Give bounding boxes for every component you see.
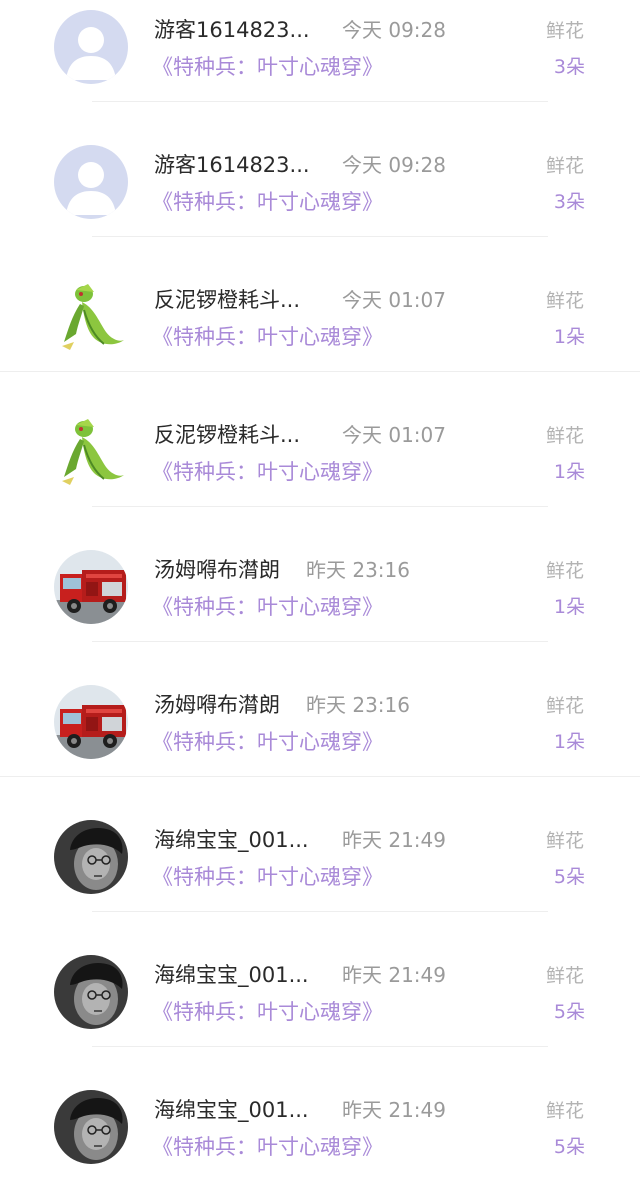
gift-count: 1朵 [553, 326, 585, 348]
fire-truck-avatar[interactable] [54, 550, 128, 624]
list-item[interactable]: 游客1614823... 今天 09:28 《特种兵：叶寸心魂穿》 鲜花 3朵 [0, 102, 640, 237]
person-photo-avatar[interactable] [54, 820, 128, 894]
gift-time: 今天 09:28 [342, 18, 446, 42]
list-item[interactable]: 海绵宝宝_001... 昨天 21:49 《特种兵：叶寸心魂穿》 鲜花 5朵 [0, 912, 640, 1047]
gift-type: 鲜花 [545, 20, 584, 42]
book-title[interactable]: 《特种兵：叶寸心魂穿》 [152, 322, 383, 352]
book-title[interactable]: 《特种兵：叶寸心魂穿》 [152, 997, 383, 1027]
user-name[interactable]: 汤姆嘚布潸朗 [154, 555, 280, 585]
list-item[interactable]: 海绵宝宝_001... 昨天 21:49 《特种兵：叶寸心魂穿》 鲜花 5朵 [0, 777, 640, 912]
default-avatar-icon[interactable] [54, 10, 128, 84]
user-name[interactable]: 游客1614823... [154, 150, 310, 180]
gift-time: 今天 01:07 [342, 423, 446, 447]
book-title[interactable]: 《特种兵：叶寸心魂穿》 [152, 592, 383, 622]
gift-count: 5朵 [553, 1136, 585, 1158]
fire-truck-avatar[interactable] [54, 685, 128, 759]
green-creature-avatar[interactable] [54, 415, 128, 489]
user-name[interactable]: 海绵宝宝_001... [154, 960, 309, 990]
user-name[interactable]: 游客1614823... [154, 15, 310, 45]
person-photo-avatar[interactable] [54, 955, 128, 1029]
default-avatar-icon[interactable] [54, 145, 128, 219]
user-name[interactable]: 汤姆嘚布潸朗 [154, 690, 280, 720]
list-item[interactable]: 反泥锣橙耗斗... 今天 01:07 《特种兵：叶寸心魂穿》 鲜花 1朵 [0, 372, 640, 507]
gift-type: 鲜花 [545, 560, 584, 582]
gift-time: 今天 01:07 [342, 288, 446, 312]
gift-count: 1朵 [553, 731, 585, 753]
list-item[interactable]: 海绵宝宝_001... 昨天 21:49 《特种兵：叶寸心魂穿》 鲜花 5朵 [0, 1047, 640, 1182]
gift-count: 1朵 [553, 461, 585, 483]
gift-count: 1朵 [553, 596, 585, 618]
list-item[interactable]: 反泥锣橙耗斗... 今天 01:07 《特种兵：叶寸心魂穿》 鲜花 1朵 [0, 237, 640, 372]
user-name[interactable]: 反泥锣橙耗斗... [154, 285, 300, 315]
book-title[interactable]: 《特种兵：叶寸心魂穿》 [152, 1132, 383, 1162]
gift-time: 昨天 21:49 [342, 828, 446, 852]
gift-count: 3朵 [553, 191, 585, 213]
gift-time: 昨天 21:49 [342, 963, 446, 987]
gift-type: 鲜花 [545, 830, 584, 852]
gift-time: 今天 09:28 [342, 153, 446, 177]
gift-count: 5朵 [553, 866, 585, 888]
gift-type: 鲜花 [545, 1100, 584, 1122]
book-title[interactable]: 《特种兵：叶寸心魂穿》 [152, 52, 383, 82]
gift-count: 3朵 [553, 56, 585, 78]
gift-type: 鲜花 [545, 965, 584, 987]
gift-record-list: 游客1614823... 今天 09:28 《特种兵：叶寸心魂穿》 鲜花 3朵 … [0, 0, 640, 1164]
gift-type: 鲜花 [545, 695, 584, 717]
book-title[interactable]: 《特种兵：叶寸心魂穿》 [152, 187, 383, 217]
gift-time: 昨天 23:16 [306, 693, 410, 717]
gift-time: 昨天 21:49 [342, 1098, 446, 1122]
gift-count: 5朵 [553, 1001, 585, 1023]
gift-type: 鲜花 [545, 290, 584, 312]
book-title[interactable]: 《特种兵：叶寸心魂穿》 [152, 457, 383, 487]
gift-time: 昨天 23:16 [306, 558, 410, 582]
user-name[interactable]: 反泥锣橙耗斗... [154, 420, 300, 450]
green-creature-avatar[interactable] [54, 280, 128, 354]
book-title[interactable]: 《特种兵：叶寸心魂穿》 [152, 727, 383, 757]
person-photo-avatar[interactable] [54, 1090, 128, 1164]
list-item[interactable]: 汤姆嘚布潸朗 昨天 23:16 《特种兵：叶寸心魂穿》 鲜花 1朵 [0, 507, 640, 642]
gift-type: 鲜花 [545, 155, 584, 177]
list-item[interactable]: 游客1614823... 今天 09:28 《特种兵：叶寸心魂穿》 鲜花 3朵 [0, 0, 640, 102]
book-title[interactable]: 《特种兵：叶寸心魂穿》 [152, 862, 383, 892]
list-item[interactable]: 汤姆嘚布潸朗 昨天 23:16 《特种兵：叶寸心魂穿》 鲜花 1朵 [0, 642, 640, 777]
gift-type: 鲜花 [545, 425, 584, 447]
user-name[interactable]: 海绵宝宝_001... [154, 1095, 309, 1125]
user-name[interactable]: 海绵宝宝_001... [154, 825, 309, 855]
